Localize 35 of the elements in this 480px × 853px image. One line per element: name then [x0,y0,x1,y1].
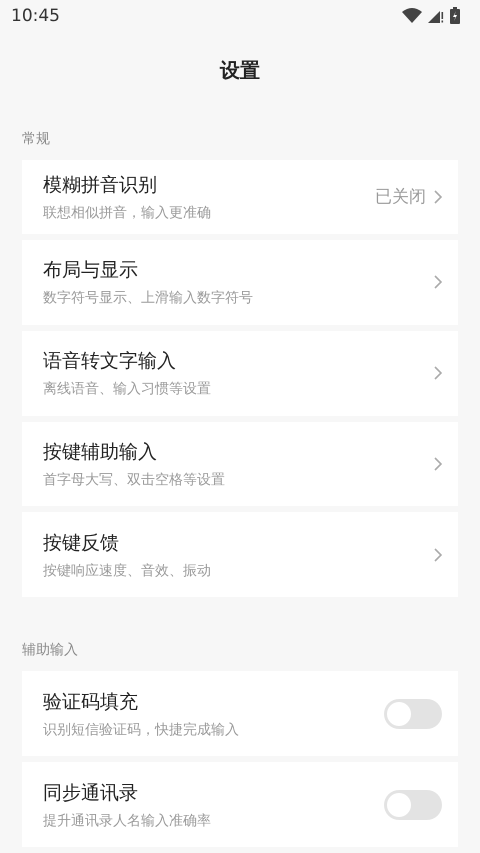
toggle-switch[interactable] [384,790,442,820]
setting-description: 数字符号显示、上滑输入数字符号 [43,289,254,308]
chevron-icon [434,366,442,380]
wifi-icon [402,8,422,24]
setting-title: 验证码填充 [43,690,139,715]
page-title: 设置 [220,58,260,82]
chevron-icon [434,456,442,471]
chevron-icon [434,190,442,204]
setting-description: 识别短信验证码，快捷完成输入 [43,720,240,739]
chevron-icon [434,275,442,290]
setting-value: 已关闭 [375,186,426,208]
toggle-switch[interactable] [384,698,442,729]
settings-row[interactable]: 语音转文字输入 离线语音、输入习惯等设置 [22,330,458,416]
setting-title: 模糊拼音识别 [43,172,158,198]
settings-row[interactable]: 布局与显示 数字符号显示、上滑输入数字符号 [22,240,458,325]
battery-icon [450,7,460,24]
setting-title: 同步通讯录 [43,780,139,806]
status-time: 10:45 [11,6,60,26]
setting-description: 联想相似拼音，输入更准确 [43,204,212,222]
settings-row[interactable]: 验证码填充 识别短信验证码，快捷完成输入 [22,671,458,756]
chevron-icon [434,548,442,562]
settings-row[interactable]: 同步通讯录 提升通讯录人名输入准确率 [22,762,458,847]
setting-title: 按键反馈 [43,530,120,556]
section-label: 常规 [22,130,51,148]
section-label: 辅助输入 [22,641,79,660]
setting-description: 离线语音、输入习惯等设置 [43,380,212,398]
setting-description: 提升通讯录人名输入准确率 [43,812,212,830]
setting-title: 按键辅助输入 [43,440,158,465]
setting-description: 按键响应速度、音效、振动 [43,562,212,580]
settings-row[interactable]: 按键反馈 按键响应速度、音效、振动 [22,512,458,598]
settings-row[interactable]: 按键辅助输入 首字母大写、双击空格等设置 [22,422,458,506]
settings-row[interactable]: 模糊拼音识别 联想相似拼音，输入更准确 已关闭 [22,160,458,234]
setting-title: 布局与显示 [43,258,139,284]
setting-title: 语音转文字输入 [43,349,177,374]
setting-description: 首字母大写、双击空格等设置 [43,470,226,489]
